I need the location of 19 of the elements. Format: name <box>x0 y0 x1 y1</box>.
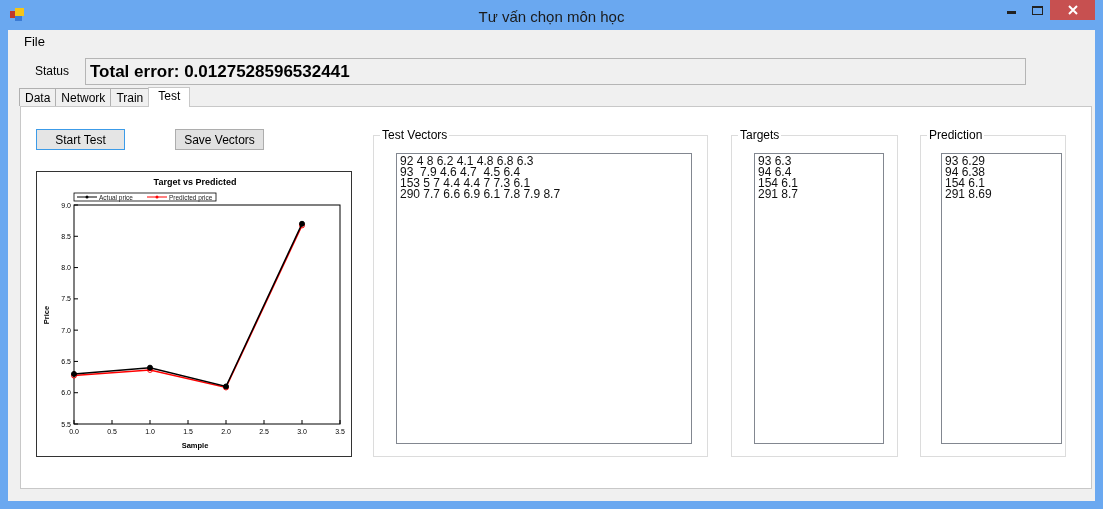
list-line: 154 6.1 <box>945 178 986 189</box>
list-line: 154 6.1 <box>758 178 800 189</box>
window-title: Tư vấn chọn môn học <box>478 7 625 27</box>
group-title: Targets <box>738 128 782 142</box>
status-label: Status <box>35 62 71 80</box>
chart-title: Target vs Predicted <box>153 177 237 187</box>
list-line: 290 7.7 6.6 6.9 6.1 7.8 7.9 8.7 <box>400 189 562 200</box>
status-field: Total error: 0.0127528596532441 <box>85 58 1026 85</box>
group-title: Test Vectors <box>380 128 450 142</box>
list-line: 94 6.4 <box>758 167 792 178</box>
list-line: 291 8.7 <box>758 189 800 200</box>
list-line: 94 6.38 <box>945 167 987 178</box>
list-line: 93 7.9 4.6 4.7 4.5 6.4 <box>400 167 521 178</box>
list-line: 93 6.29 <box>945 156 987 167</box>
list-line: 153 5 7 4.4 4.4 7 7.3 6.1 <box>400 178 531 189</box>
group-title: Prediction <box>927 128 985 142</box>
list-line: 92 4 8 6.2 4.1 4.8 6.8 6.3 <box>400 156 535 167</box>
list-line: 93 6.3 <box>758 156 793 167</box>
list-line: 291 8.69 <box>945 189 993 200</box>
